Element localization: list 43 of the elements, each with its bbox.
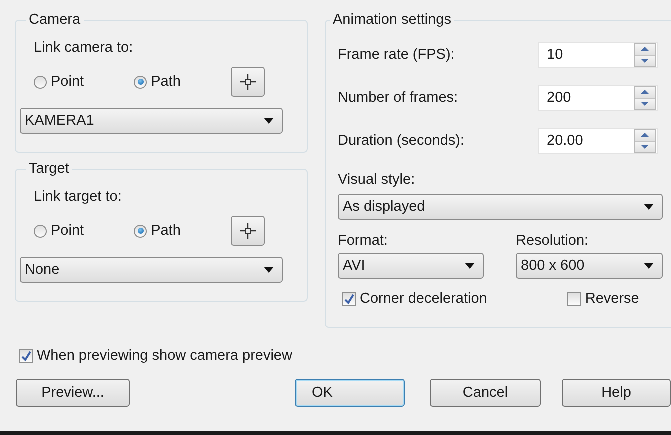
crosshair-icon: [240, 223, 256, 239]
crosshair-button[interactable]: [230, 67, 265, 97]
field-label: Duration (seconds):: [338, 133, 465, 149]
dialog-button[interactable]: Help: [562, 379, 671, 407]
dropdown[interactable]: None: [20, 257, 283, 283]
check-icon: [344, 294, 354, 304]
link-label: Link camera to:: [34, 40, 134, 56]
dropdown[interactable]: AVI: [338, 253, 484, 279]
radio-option[interactable]: Path: [134, 223, 181, 239]
dropdown[interactable]: As displayed: [338, 194, 663, 220]
checkbox-option[interactable]: Corner deceleration: [342, 291, 488, 307]
radio-option[interactable]: Path: [134, 74, 181, 90]
group-title: Camera: [28, 12, 82, 28]
group-title: Animation settings: [332, 12, 452, 28]
field-label: Frame rate (FPS):: [338, 47, 455, 63]
field-label: Visual style:: [338, 172, 416, 188]
dropdown[interactable]: 800 x 600: [516, 253, 663, 279]
spin-field[interactable]: 10: [538, 42, 658, 68]
crosshair-icon: [240, 74, 256, 90]
checkbox-option[interactable]: Reverse: [567, 291, 640, 307]
dialog-button[interactable]: OK: [295, 379, 405, 407]
radio-option[interactable]: Point: [34, 74, 84, 90]
checkbox[interactable]: [19, 349, 33, 363]
check-icon: [20, 350, 32, 362]
spin-field[interactable]: 20.00: [538, 128, 658, 154]
checkbox[interactable]: [567, 292, 582, 306]
dropdown[interactable]: KAMERA1: [20, 108, 283, 134]
field-label: Resolution:: [516, 233, 590, 249]
radio-button[interactable]: [34, 76, 47, 88]
dialog-button[interactable]: Cancel: [430, 379, 541, 407]
field-label: Format:: [338, 233, 389, 249]
radio-button[interactable]: [134, 224, 148, 238]
radio-option[interactable]: Point: [34, 223, 84, 239]
crosshair-button[interactable]: [230, 216, 265, 246]
checkbox-option[interactable]: When previewing show camera preview: [19, 348, 671, 364]
radio-button[interactable]: [34, 224, 47, 238]
dialog-button[interactable]: Preview...: [16, 379, 130, 407]
checkbox[interactable]: [342, 292, 356, 306]
group-title: Target: [28, 161, 70, 177]
link-label: Link target to:: [34, 189, 123, 205]
field-label: Number of frames:: [338, 90, 458, 106]
radio-button[interactable]: [134, 76, 148, 88]
spin-field[interactable]: 200: [538, 85, 658, 111]
